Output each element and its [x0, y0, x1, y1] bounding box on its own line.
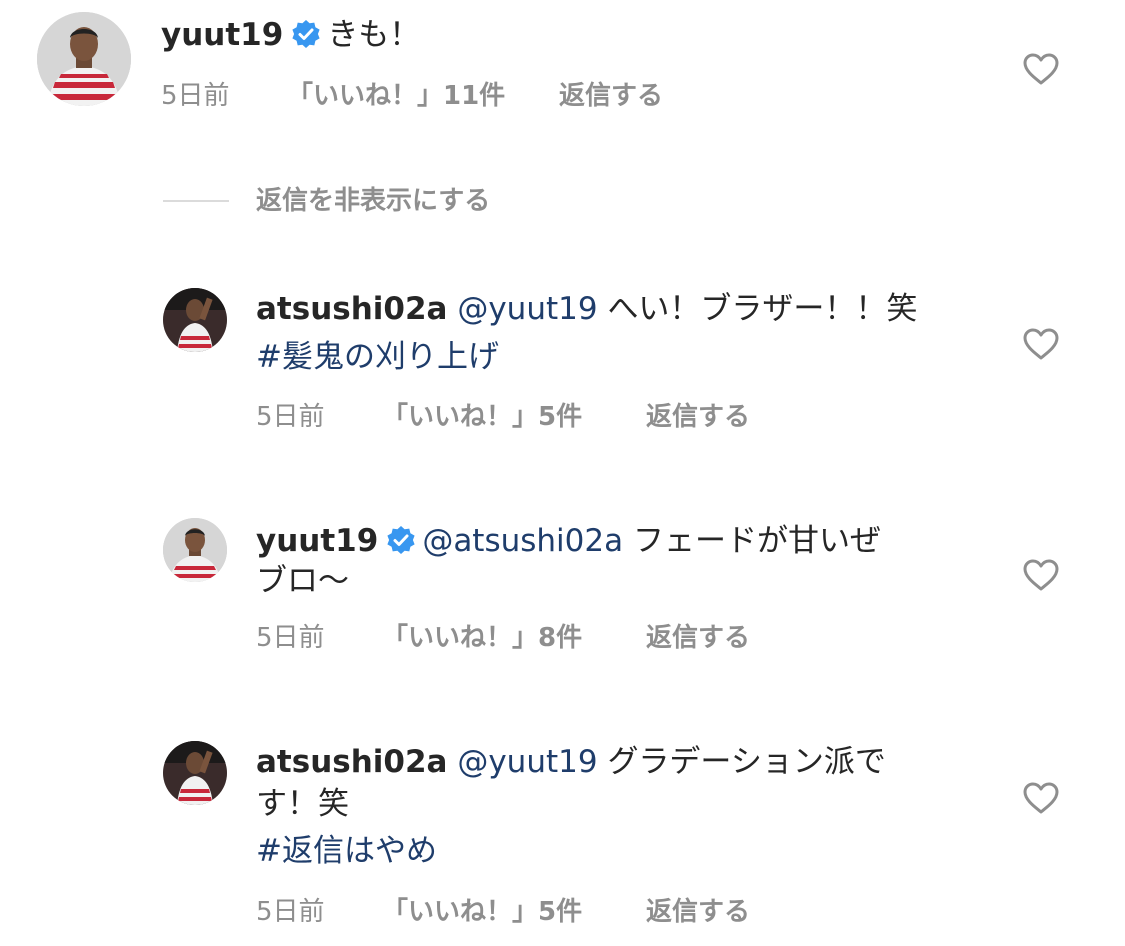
comment-text: フェードが甘いぜ: [632, 523, 881, 559]
comment-time: 5日前: [256, 623, 325, 653]
comment-text-continued: す！笑: [256, 786, 349, 822]
comment-text-continued: ブロ〜: [256, 563, 349, 599]
hide-replies-button[interactable]: 返信を非表示にする: [256, 185, 490, 217]
comment-text: へい！ブラザー！！笑: [607, 291, 918, 327]
avatar[interactable]: [37, 12, 131, 106]
comment-username[interactable]: yuut19: [256, 523, 378, 559]
comment-text: きも！: [327, 17, 421, 53]
player-photo-icon: [163, 741, 227, 805]
comment-time: 5日前: [256, 402, 325, 432]
player-photo-icon: [163, 288, 227, 352]
divider: [163, 200, 229, 202]
mention-link[interactable]: @yuut19: [457, 291, 597, 327]
reply-button[interactable]: 返信する: [646, 401, 750, 433]
reply-button[interactable]: 返信する: [646, 622, 750, 654]
hashtag-link[interactable]: #髪鬼の刈り上げ: [256, 339, 499, 375]
likes-count[interactable]: 「いいね！」5件: [382, 896, 582, 928]
heart-icon[interactable]: [1022, 327, 1060, 361]
reply-button[interactable]: 返信する: [646, 896, 750, 928]
verified-badge-icon: [387, 525, 415, 554]
heart-icon[interactable]: [1022, 558, 1060, 592]
heart-icon[interactable]: [1022, 52, 1060, 86]
avatar[interactable]: [163, 288, 227, 352]
mention-link[interactable]: @yuut19: [457, 744, 597, 780]
hashtag-link[interactable]: #返信はやめ: [256, 833, 437, 869]
player-photo-icon: [37, 12, 131, 106]
likes-count[interactable]: 「いいね！」11件: [287, 80, 505, 112]
reply-button[interactable]: 返信する: [559, 80, 663, 112]
player-photo-icon: [163, 518, 227, 582]
comment-time: 5日前: [256, 897, 325, 927]
avatar[interactable]: [163, 518, 227, 582]
verified-badge-icon: [292, 19, 320, 48]
comment-username[interactable]: atsushi02a: [256, 291, 447, 327]
comment-text: グラデーション派で: [607, 744, 886, 780]
likes-count[interactable]: 「いいね！」5件: [382, 401, 582, 433]
comment-username[interactable]: atsushi02a: [256, 744, 447, 780]
avatar[interactable]: [163, 741, 227, 805]
heart-icon[interactable]: [1022, 781, 1060, 815]
comment-username[interactable]: yuut19: [161, 17, 283, 53]
comment-time: 5日前: [161, 81, 230, 111]
mention-link[interactable]: @atsushi02a: [422, 523, 623, 559]
likes-count[interactable]: 「いいね！」8件: [382, 622, 582, 654]
